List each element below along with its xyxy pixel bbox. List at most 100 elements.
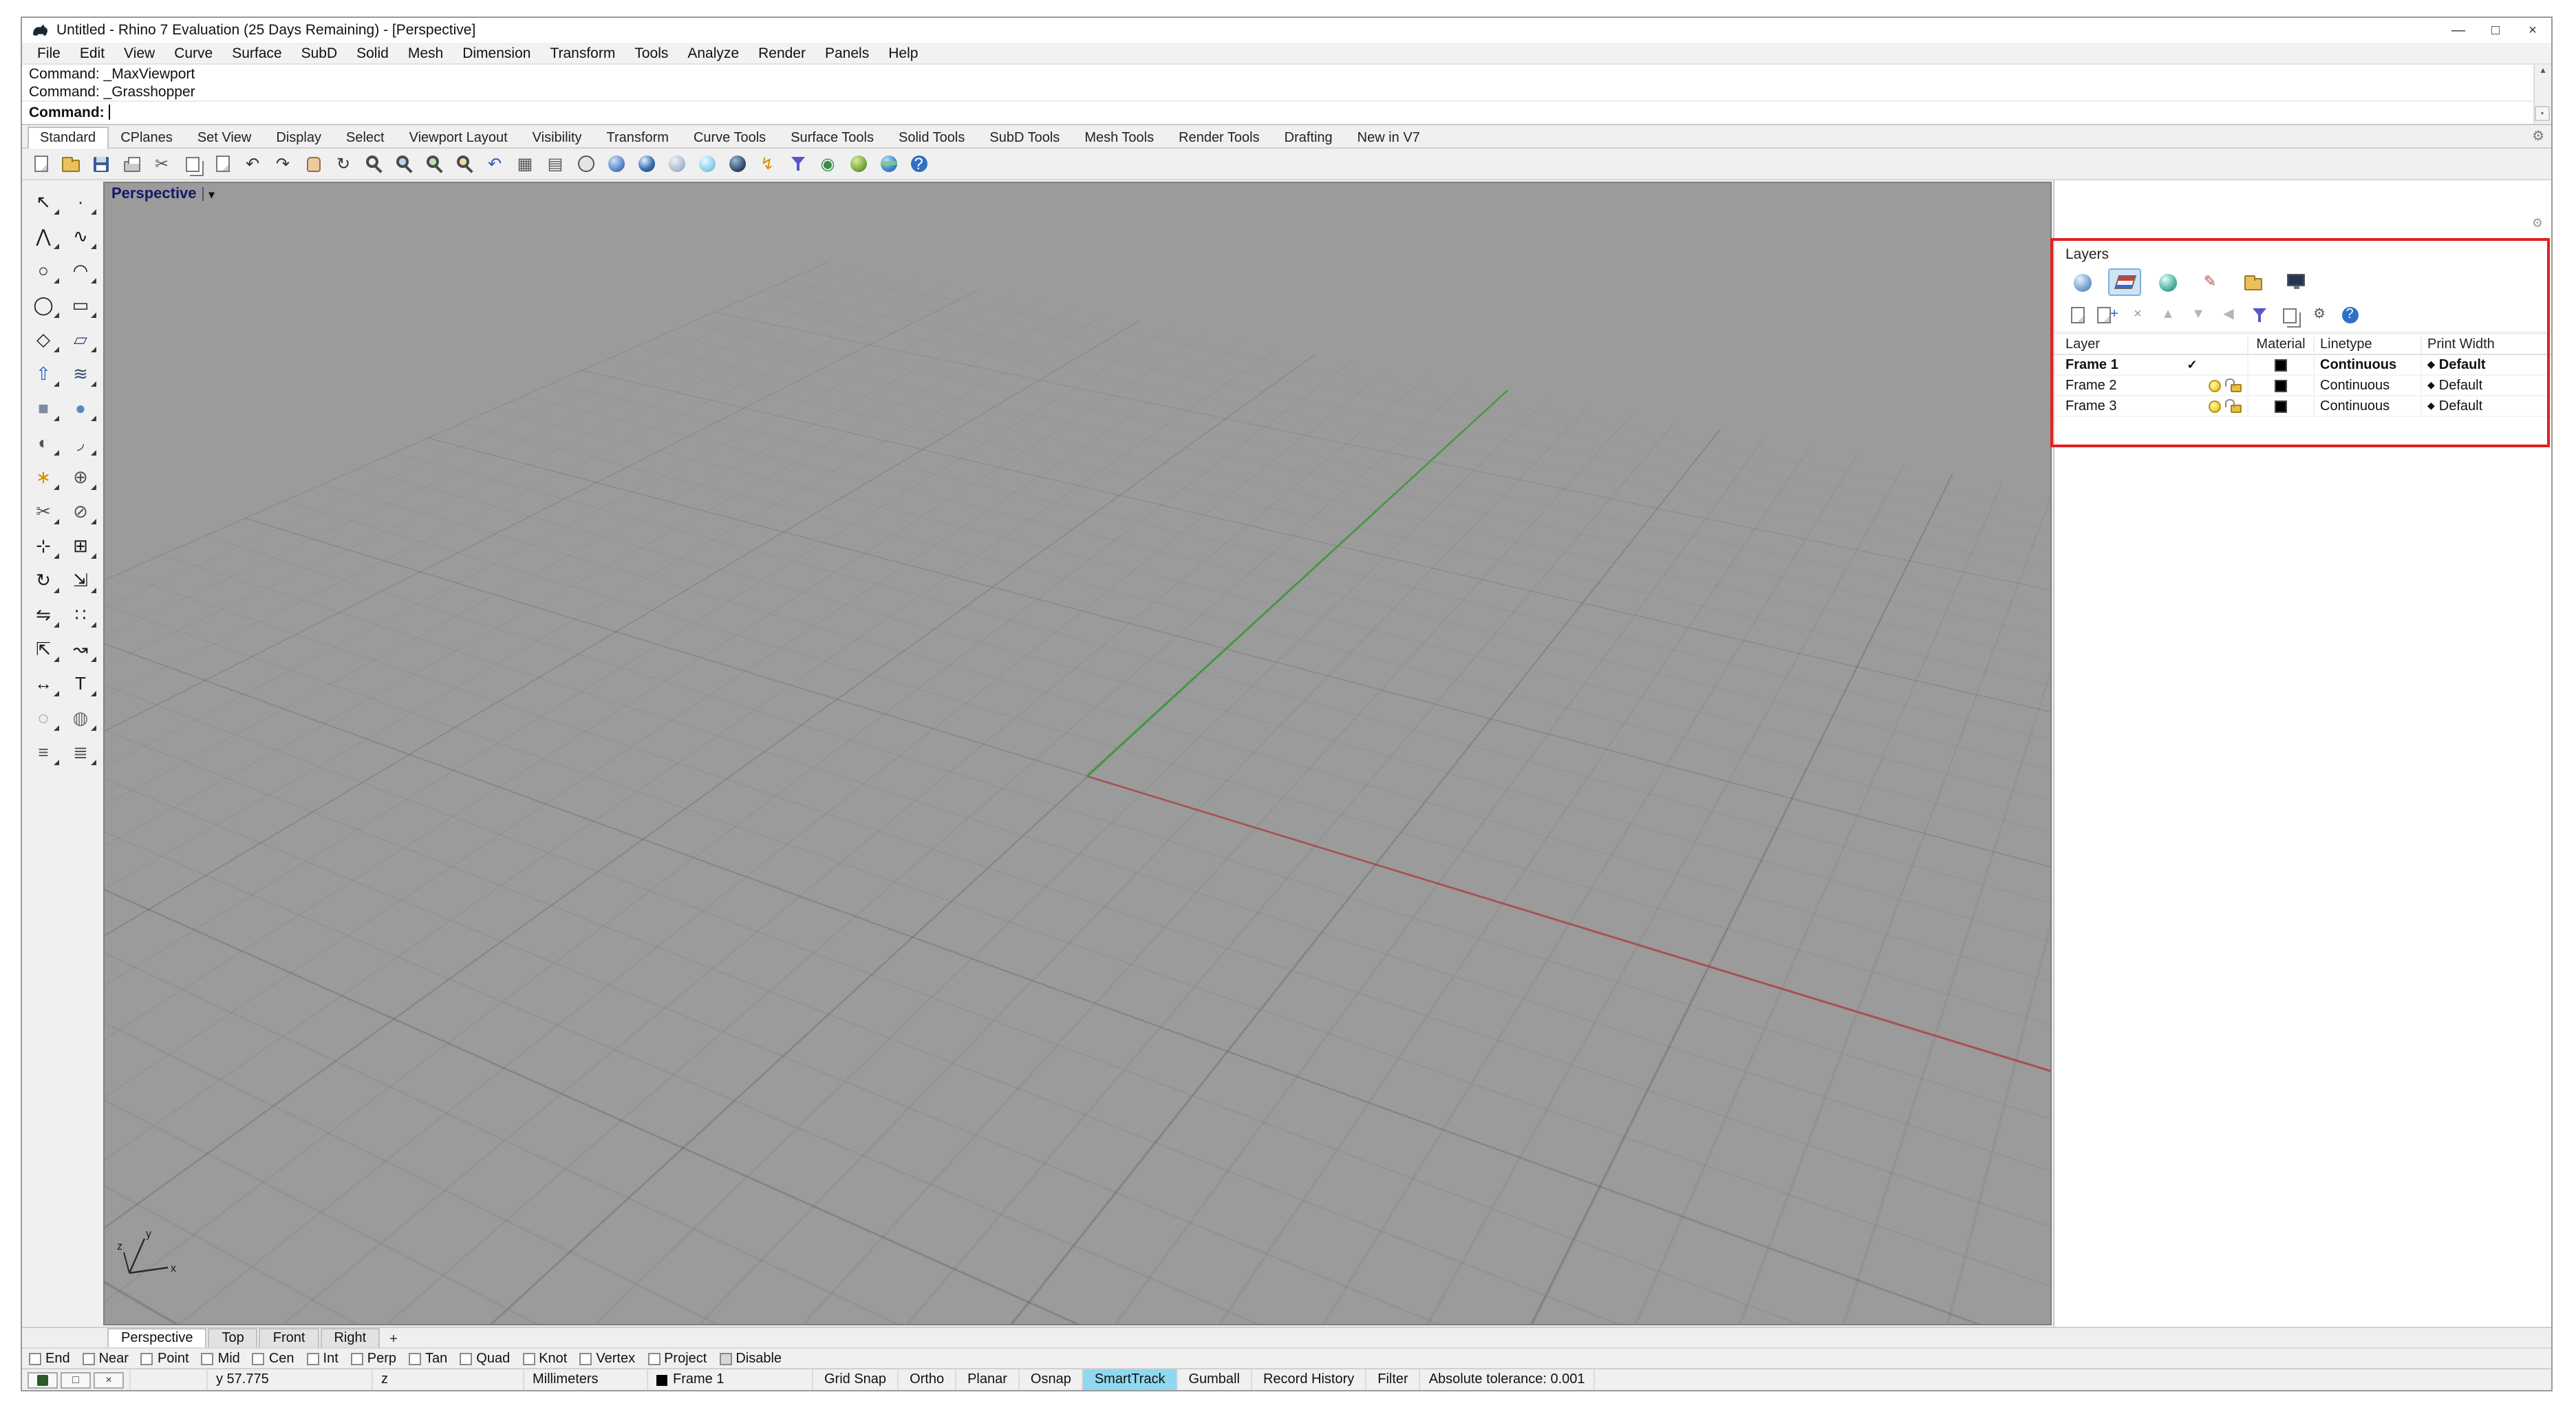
toolbar-tab[interactable]: Render Tools	[1166, 127, 1272, 149]
menu-item[interactable]: Solid	[347, 45, 398, 61]
viewport-tab[interactable]: Perspective	[107, 1328, 207, 1347]
zoom-dynamic-button[interactable]	[359, 150, 388, 178]
rotate-tool-button[interactable]: ↻	[25, 563, 61, 596]
toolbar-tab[interactable]: Curve Tools	[681, 127, 778, 149]
osnap-checkbox[interactable]	[522, 1352, 535, 1365]
selection-filter-button[interactable]	[783, 150, 812, 178]
toolbar-tab[interactable]: Mesh Tools	[1072, 127, 1166, 149]
osnap-checkbox[interactable]	[350, 1352, 363, 1365]
polygon-tool-button[interactable]: ◇	[25, 322, 61, 355]
toolbar-tab[interactable]: New in V7	[1345, 127, 1432, 149]
layer-color-swatch[interactable]	[2275, 359, 2287, 371]
menu-item[interactable]: Analyze	[678, 45, 749, 61]
osnap-checkbox[interactable]	[82, 1352, 95, 1365]
layer-lock-cell[interactable]	[2225, 359, 2247, 371]
menu-item[interactable]: Transform	[540, 45, 625, 61]
panel-options-gear-icon[interactable]: ⚙	[2532, 216, 2543, 231]
display-wireframe-button[interactable]	[571, 150, 600, 178]
status-toggle[interactable]: SmartTrack	[1082, 1369, 1177, 1390]
ellipse-tool-button[interactable]: ◯	[25, 288, 61, 321]
column-header-linetype[interactable]: Linetype	[2313, 336, 2421, 352]
menu-item[interactable]: Dimension	[453, 45, 540, 61]
new-layer-button[interactable]	[2065, 304, 2089, 326]
minimize-button[interactable]: —	[2440, 18, 2477, 43]
layer-print-width-cell[interactable]: ◆ Default	[2421, 355, 2536, 374]
layer-list-button[interactable]	[2277, 304, 2301, 326]
record-history-button[interactable]: ↯	[753, 150, 782, 178]
viewport-tab[interactable]: Right	[320, 1328, 380, 1347]
web-browser-button[interactable]	[874, 150, 903, 178]
layer-lock-cell[interactable]	[2225, 398, 2247, 412]
display-xray-button[interactable]	[692, 150, 721, 178]
toolbar-tab[interactable]: Transform	[594, 127, 681, 149]
osnap-toggle[interactable]: Vertex	[579, 1351, 635, 1366]
layer-tools-button[interactable]: ⚙	[2308, 304, 2331, 326]
toolbar-tab[interactable]: SubD Tools	[977, 127, 1072, 149]
boolean-tool-button[interactable]: ◐	[25, 425, 61, 458]
osnap-toggle[interactable]: Cen	[252, 1351, 294, 1366]
layer-color-swatch[interactable]	[2275, 400, 2287, 412]
hide-tool-button[interactable]: ◌	[25, 701, 61, 734]
cut-button[interactable]: ✂	[147, 150, 176, 178]
delete-layer-button[interactable]: ×	[2126, 304, 2149, 326]
polyline-tool-button[interactable]: ⋀	[25, 219, 61, 252]
menu-item[interactable]: SubD	[292, 45, 347, 61]
osnap-toggle[interactable]: Int	[306, 1351, 339, 1366]
command-options-icon[interactable]: ▪	[2535, 106, 2550, 121]
filter-layers-button[interactable]	[2247, 304, 2271, 326]
osnap-toggle[interactable]: Point	[140, 1351, 189, 1366]
layer-name[interactable]: Frame 1	[2054, 357, 2181, 372]
units-readout[interactable]: Millimeters	[523, 1369, 647, 1390]
rotate-view-button[interactable]: ↻	[329, 150, 358, 178]
zoom-extents-button[interactable]	[420, 150, 449, 178]
menu-item[interactable]: Curve	[164, 45, 222, 61]
grasshopper-button[interactable]	[844, 150, 872, 178]
osnap-checkbox[interactable]	[647, 1352, 661, 1365]
layer-name[interactable]: Frame 3	[2054, 398, 2181, 414]
fillet-tool-button[interactable]: ◞	[63, 425, 98, 458]
sweep-tool-button[interactable]: ≋	[63, 356, 98, 389]
osnap-toggle[interactable]: Mid	[201, 1351, 240, 1366]
layer-visibility-cell[interactable]	[2203, 400, 2225, 412]
menu-item[interactable]: Render	[749, 45, 815, 61]
move-layer-up-button[interactable]: ▲	[2156, 304, 2180, 326]
osnap-checkbox[interactable]	[140, 1352, 153, 1365]
help-button[interactable]: ?	[904, 150, 933, 178]
osnap-toggle[interactable]: End	[29, 1351, 70, 1366]
toolbar-tab[interactable]: Set View	[185, 127, 264, 149]
viewport-title-dropdown[interactable]: Perspective ▾	[111, 186, 215, 202]
scroll-up-icon[interactable]: ▴	[2540, 66, 2545, 77]
new-file-button[interactable]	[26, 150, 55, 178]
new-sublayer-button[interactable]: +	[2096, 304, 2119, 326]
scale-tool-button[interactable]: ⇲	[63, 563, 98, 596]
osnap-checkbox[interactable]	[29, 1352, 41, 1365]
layer-row[interactable]: Frame 3 Continuous ◆ Default	[2054, 396, 2551, 417]
array-tool-button[interactable]: ∷	[63, 597, 98, 630]
command-prompt-input[interactable]: Command:	[22, 102, 2551, 122]
toolbar-tab[interactable]: Select	[334, 127, 397, 149]
named-views-button[interactable]: ▤	[541, 150, 570, 178]
zoom-selected-button[interactable]	[450, 150, 479, 178]
display-tab[interactable]: ✎	[2193, 268, 2226, 296]
layers-tab[interactable]	[2108, 268, 2141, 296]
layer-lock-cell[interactable]	[2225, 378, 2247, 392]
menu-item[interactable]: Tools	[625, 45, 678, 61]
minimized-close-button[interactable]: ×	[94, 1371, 124, 1388]
layer-visibility-cell[interactable]	[2203, 379, 2225, 392]
layer-row[interactable]: Frame 1 ✓ Continuous ◆ Default	[2054, 355, 2551, 376]
layer-tool-button[interactable]: ≡	[25, 735, 61, 768]
point-tool-button[interactable]: ∙	[63, 184, 98, 217]
osnap-disable-toggle[interactable]: Disable	[719, 1351, 782, 1366]
split-tool-button[interactable]: ⊘	[63, 494, 98, 527]
layer-name[interactable]: Frame 2	[2054, 378, 2181, 393]
menu-item[interactable]: Panels	[815, 45, 879, 61]
status-toggle[interactable]: Gumball	[1176, 1369, 1251, 1390]
osnap-checkbox[interactable]	[460, 1352, 473, 1365]
osnap-toggle[interactable]: Perp	[350, 1351, 396, 1366]
menu-item[interactable]: File	[28, 45, 70, 61]
select-tool-button[interactable]: ↖	[25, 184, 61, 217]
undo-button[interactable]: ↶	[238, 150, 267, 178]
status-toggle[interactable]: Planar	[955, 1369, 1018, 1390]
display-raytraced-button[interactable]	[722, 150, 751, 178]
maximize-button[interactable]: □	[2477, 18, 2514, 43]
